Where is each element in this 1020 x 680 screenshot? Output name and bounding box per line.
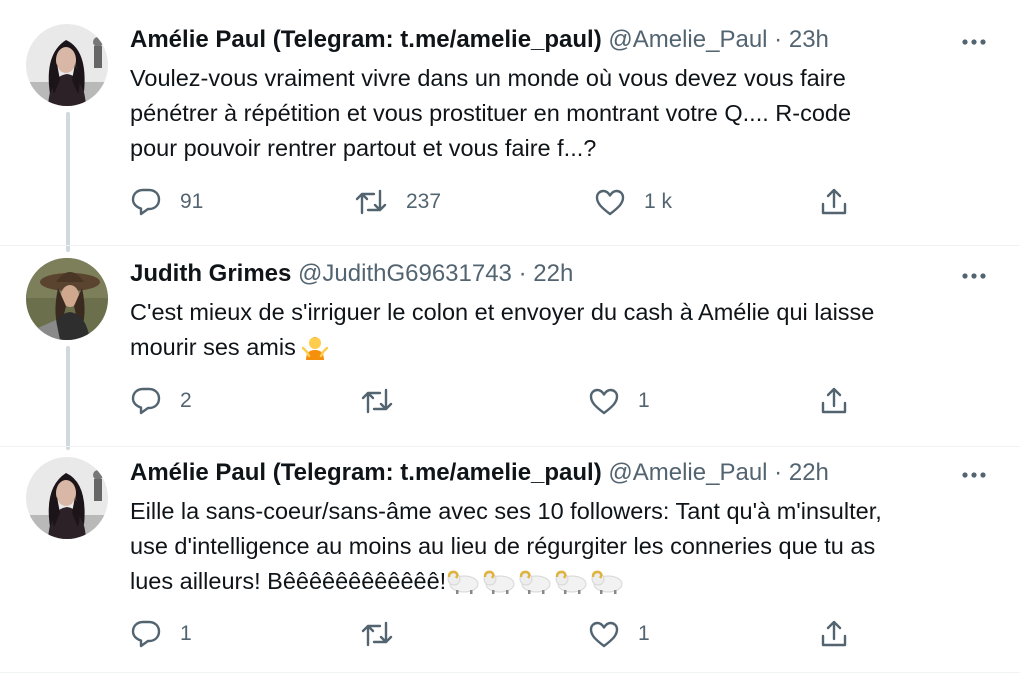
heart-icon xyxy=(589,388,619,415)
author-name[interactable]: Amélie Paul (Telegram: t.me/amelie_paul) xyxy=(130,459,602,486)
more-horizontal-icon xyxy=(962,472,986,478)
person-shrugging-emoji xyxy=(302,334,329,370)
tweet-text-line: Eille la sans-coeur/sans-âme avec ses 10… xyxy=(130,498,882,524)
share-button[interactable] xyxy=(818,617,850,651)
reply-count: 91 xyxy=(180,190,204,213)
author-handle[interactable]: @Amelie_Paul xyxy=(608,459,767,486)
reply-button[interactable]: 1 xyxy=(130,617,192,651)
tweet-text-line: C'est mieux de s'irriguer le colon et en… xyxy=(130,299,875,325)
like-button[interactable]: 1 xyxy=(588,384,650,418)
more-button[interactable] xyxy=(958,459,990,491)
tweet-text: Eille la sans-coeur/sans-âme avec ses 10… xyxy=(130,494,990,604)
retweet-button[interactable]: 237 xyxy=(354,185,441,219)
retweet-count: 237 xyxy=(406,190,442,213)
reply-count: 2 xyxy=(180,389,192,412)
ram-emoji xyxy=(482,569,518,604)
more-button[interactable] xyxy=(958,260,990,292)
avatar[interactable] xyxy=(26,24,108,106)
heart-icon xyxy=(595,189,625,216)
reply-button[interactable]: 2 xyxy=(130,384,192,418)
retweet-icon xyxy=(355,189,387,215)
tweet-text-line: use d'intelligence au moins au lieu de r… xyxy=(130,533,876,559)
retweet-button[interactable] xyxy=(360,617,412,651)
share-button[interactable] xyxy=(818,384,850,418)
tweet-divider xyxy=(0,672,1020,673)
tweet-2[interactable]: Judith Grimes @JudithG69631743 · 22h C'e… xyxy=(0,246,1020,447)
tweet-1[interactable]: Amélie Paul (Telegram: t.me/amelie_paul)… xyxy=(0,0,1020,245)
reply-icon xyxy=(131,387,161,415)
avatar[interactable] xyxy=(26,457,108,539)
author-handle[interactable]: @JudithG69631743 xyxy=(298,260,512,287)
tweet-text-segment: mourir ses amis xyxy=(130,334,296,360)
tweet-text-line: pour pouvoir rentrer partout et vous fai… xyxy=(130,135,597,161)
like-button[interactable]: 1 k xyxy=(594,185,672,219)
tweet-text-segment: lues ailleurs! Bêêêêêêêêêêêê! xyxy=(130,568,447,594)
separator-dot: · xyxy=(518,260,527,287)
reply-icon xyxy=(131,188,161,216)
author-name[interactable]: Amélie Paul (Telegram: t.me/amelie_paul) xyxy=(130,26,602,53)
ram-emoji xyxy=(590,569,626,604)
tweet-text-line: pénétrer à répétition et vous prostituer… xyxy=(130,100,852,126)
more-horizontal-icon xyxy=(962,39,986,45)
tweet-3[interactable]: Amélie Paul (Telegram: t.me/amelie_paul)… xyxy=(0,447,1020,672)
tweet-text-line: Voulez-vous vraiment vivre dans un monde… xyxy=(130,65,846,91)
like-count: 1 xyxy=(638,389,650,412)
author-name[interactable]: Judith Grimes xyxy=(130,260,291,287)
heart-icon xyxy=(589,621,619,648)
tweet-text: Voulez-vous vraiment vivre dans un monde… xyxy=(130,61,990,166)
retweet-icon xyxy=(361,621,393,647)
share-icon xyxy=(821,620,847,647)
like-count: 1 xyxy=(638,622,650,645)
share-icon xyxy=(821,387,847,414)
like-button[interactable]: 1 xyxy=(588,617,650,651)
reply-button[interactable]: 91 xyxy=(130,185,203,219)
author-handle[interactable]: @Amelie_Paul xyxy=(608,26,767,53)
reply-count: 1 xyxy=(180,622,192,645)
timestamp[interactable]: 23h xyxy=(789,26,829,53)
timestamp[interactable]: 22h xyxy=(533,260,573,287)
tweet-text-line: lues ailleurs! Bêêêêêêêêêêêê! xyxy=(130,564,990,604)
like-count: 1 k xyxy=(644,190,673,213)
reply-icon xyxy=(131,620,161,648)
retweet-button[interactable] xyxy=(360,384,412,418)
more-button[interactable] xyxy=(958,26,990,58)
tweet-text-line: mourir ses amis xyxy=(130,330,990,370)
share-icon xyxy=(821,188,847,215)
avatar[interactable] xyxy=(26,258,108,340)
separator-dot: · xyxy=(774,459,783,486)
timestamp[interactable]: 22h xyxy=(789,459,829,486)
ram-emoji xyxy=(446,569,482,604)
separator-dot: · xyxy=(774,26,783,53)
tweet-text: C'est mieux de s'irriguer le colon et en… xyxy=(130,295,990,370)
more-horizontal-icon xyxy=(962,273,986,279)
ram-emoji xyxy=(554,569,590,604)
share-button[interactable] xyxy=(818,185,850,219)
retweet-icon xyxy=(361,388,393,414)
ram-emoji xyxy=(518,569,554,604)
